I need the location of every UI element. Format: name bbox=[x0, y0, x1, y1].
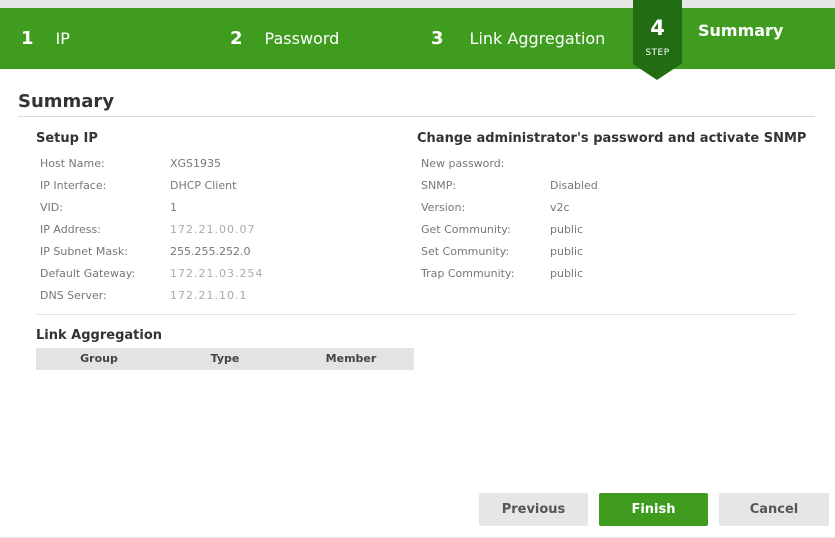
field-label: Host Name: bbox=[40, 157, 105, 170]
field-label: IP Interface: bbox=[40, 179, 107, 192]
active-step-arrow bbox=[633, 64, 681, 80]
field-value: 1 bbox=[170, 201, 177, 214]
field-value: v2c bbox=[550, 201, 570, 214]
column-header-type: Type bbox=[210, 352, 240, 365]
step-label: Link Aggregation bbox=[469, 29, 606, 48]
field-label: SNMP: bbox=[421, 179, 457, 192]
password-snmp-heading: Change administrator's password and acti… bbox=[417, 131, 807, 146]
link-aggregation-table-header: Group Type Member bbox=[36, 348, 414, 370]
section-divider bbox=[36, 314, 796, 315]
field-value: Disabled bbox=[550, 179, 598, 192]
step-number: 3 bbox=[431, 28, 444, 49]
page-title: Summary bbox=[18, 91, 115, 112]
field-label: DNS Server: bbox=[40, 289, 107, 302]
field-value: 172.21.10.1 bbox=[170, 289, 248, 302]
wizard-step-ip: 1 IP bbox=[21, 8, 70, 69]
field-label: IP Subnet Mask: bbox=[40, 245, 128, 258]
setup-ip-heading: Setup IP bbox=[36, 131, 98, 146]
field-value: XGS1935 bbox=[170, 157, 222, 170]
step-number: 2 bbox=[230, 28, 243, 49]
finish-button[interactable]: Finish bbox=[599, 493, 708, 526]
wizard-step-password: 2 Password bbox=[230, 8, 339, 69]
field-label: Set Community: bbox=[421, 245, 510, 258]
field-value: 172.21.00.07 bbox=[170, 223, 256, 236]
field-value: public bbox=[550, 245, 584, 258]
step-label: Password bbox=[264, 29, 340, 48]
title-divider bbox=[18, 116, 815, 117]
field-label: Trap Community: bbox=[421, 267, 515, 280]
step-number: 1 bbox=[21, 28, 34, 49]
column-header-member: Member bbox=[325, 352, 377, 365]
column-header-group: Group bbox=[80, 352, 118, 365]
field-label: Get Community: bbox=[421, 223, 511, 236]
wizard-step-summary: Summary bbox=[698, 21, 784, 40]
step-label: IP bbox=[55, 29, 70, 48]
field-label: Version: bbox=[421, 201, 466, 214]
active-step-sublabel: STEP bbox=[645, 48, 670, 58]
field-label: VID: bbox=[40, 201, 63, 214]
field-label: IP Address: bbox=[40, 223, 101, 236]
wizard-step-link-aggregation: 3 Link Aggregation bbox=[431, 8, 605, 69]
cancel-button[interactable]: Cancel bbox=[719, 493, 829, 526]
field-value: public bbox=[550, 223, 584, 236]
link-aggregation-heading: Link Aggregation bbox=[36, 328, 163, 343]
field-label: Default Gateway: bbox=[40, 267, 136, 280]
field-label: New password: bbox=[421, 157, 505, 170]
field-value: 255.255.252.0 bbox=[170, 245, 251, 258]
active-step-number: 4 bbox=[650, 16, 665, 40]
field-value: DHCP Client bbox=[170, 179, 237, 192]
previous-button[interactable]: Previous bbox=[479, 493, 588, 526]
field-value: 172.21.03.254 bbox=[170, 267, 264, 280]
field-value: public bbox=[550, 267, 584, 280]
